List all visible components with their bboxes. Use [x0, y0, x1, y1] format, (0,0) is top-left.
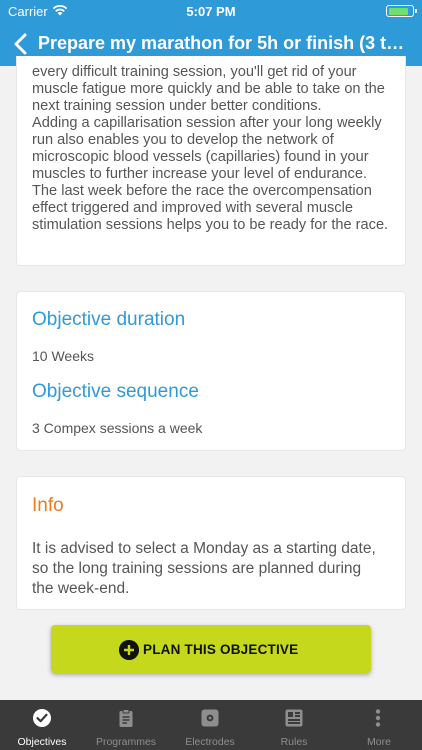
- description-text: every difficult training session, you'll…: [32, 64, 391, 234]
- description-paragraph: every difficult training session, you'll…: [32, 64, 385, 114]
- electrode-icon: [201, 709, 219, 727]
- battery-level: [388, 7, 409, 15]
- rules-icon: [285, 709, 303, 727]
- more-icon: [375, 709, 381, 727]
- battery-icon: [386, 5, 417, 17]
- description-paragraph: Adding a capillarisation session after y…: [32, 115, 382, 182]
- tab-objectives[interactable]: Objectives: [0, 700, 84, 750]
- objective-duration-value: 10 Weeks: [32, 348, 94, 364]
- info-title: Info: [32, 495, 64, 516]
- tab-bar: Objectives Programmes Electrodes Rules M…: [0, 700, 422, 750]
- tab-label-objectives: Objectives: [17, 736, 67, 748]
- objective-sequence-title: Objective sequence: [32, 381, 199, 402]
- tab-rules[interactable]: Rules: [252, 700, 336, 750]
- tab-more[interactable]: More: [336, 700, 422, 750]
- objective-sequence-value: 3 Compex sessions a week: [32, 420, 203, 436]
- tab-programmes[interactable]: Programmes: [84, 700, 168, 750]
- back-chevron-icon[interactable]: [6, 29, 36, 59]
- tab-label-programmes: Programmes: [95, 736, 157, 748]
- info-text: It is advised to select a Monday as a st…: [32, 540, 376, 597]
- tab-label-rules: Rules: [280, 736, 308, 748]
- plus-circle-icon: [119, 640, 139, 660]
- info-card: Info It is advised to select a Monday as…: [16, 476, 406, 610]
- tab-electrodes[interactable]: Electrodes: [168, 700, 252, 750]
- plan-objective-label: PLAN THIS OBJECTIVE: [143, 642, 299, 657]
- tab-label-electrodes: Electrodes: [185, 736, 235, 748]
- battery-tip: [415, 9, 417, 13]
- clipboard-icon: [119, 709, 133, 727]
- objective-card: Objective duration 10 Weeks Objective se…: [16, 291, 406, 451]
- status-bar: Carrier 5:07 PM: [0, 0, 422, 22]
- check-circle-icon: [33, 709, 51, 727]
- tab-label-more: More: [367, 736, 391, 748]
- description-card: every difficult training session, you'll…: [16, 56, 406, 266]
- objective-duration-title: Objective duration: [32, 309, 186, 330]
- plan-objective-button[interactable]: PLAN THIS OBJECTIVE: [51, 625, 371, 673]
- status-time: 5:07 PM: [186, 4, 236, 19]
- description-paragraph: The last week before the race the overco…: [32, 183, 389, 233]
- page-title: Prepare my marathon for 5h or finish (3 …: [38, 33, 408, 53]
